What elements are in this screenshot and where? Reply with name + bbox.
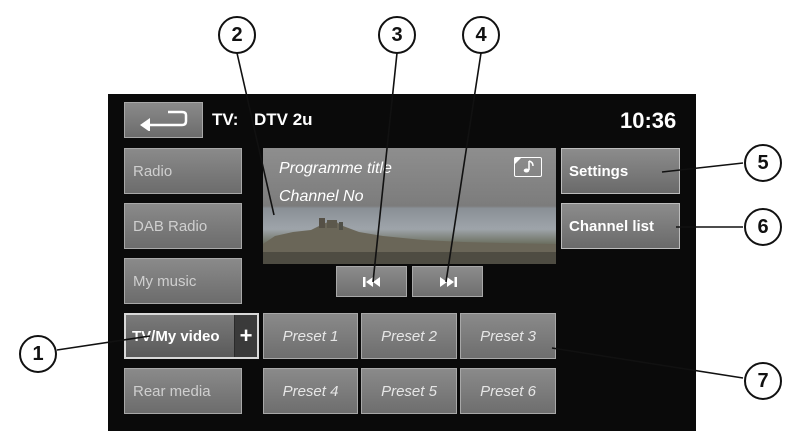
callout-6: 6 [744,208,782,246]
callout-7: 7 [744,362,782,400]
sidebar-item-dab-radio[interactable]: DAB Radio [124,203,242,249]
sidebar-item-label: My music [133,272,197,290]
back-arrow-icon [139,110,187,131]
next-button[interactable] [412,266,483,297]
sidebar-item-rear-media[interactable]: Rear media [124,368,242,414]
preset-6-button[interactable]: Preset 6 [460,368,556,414]
preset-label: Preset 5 [381,382,437,400]
preset-label: Preset 6 [480,382,536,400]
clock: 10:36 [620,108,677,133]
sidebar-item-label: TV/My video [132,327,220,345]
preset-label: Preset 3 [480,327,536,345]
preset-label: Preset 2 [381,327,437,345]
preset-4-button[interactable]: Preset 4 [263,368,358,414]
sidebar-item-label: Rear media [133,382,211,400]
callout-2: 2 [218,16,256,54]
source-label: TV: [212,110,239,129]
preset-label: Preset 4 [282,382,339,400]
previous-button[interactable] [336,266,407,297]
back-button[interactable] [124,102,203,138]
preset-2-button[interactable]: Preset 2 [361,313,457,359]
settings-label: Settings [569,162,629,180]
callout-1: 1 [19,335,57,373]
settings-button[interactable]: Settings [561,148,680,194]
skip-next-icon [439,276,457,287]
sidebar-item-radio[interactable]: Radio [124,148,242,194]
preset-3-button[interactable]: Preset 3 [460,313,556,359]
preset-label: Preset 1 [282,327,339,345]
preset-5-button[interactable]: Preset 5 [361,368,457,414]
callout-4: 4 [462,16,500,54]
sidebar-item-label: Radio [133,162,173,180]
channel-list-button[interactable]: Channel list [561,203,680,249]
channel-number: Channel No [279,188,364,205]
callout-5: 5 [744,144,782,182]
sidebar-item-label: DAB Radio [133,217,208,235]
sidebar-item-my-music[interactable]: My music [124,258,242,304]
preset-1-button[interactable]: Preset 1 [263,313,358,359]
channel-list-label: Channel list [569,217,655,235]
channel-name: DTV 2u [254,110,313,129]
programme-info-panel: Programme title Channel No [263,148,556,264]
callout-3: 3 [378,16,416,54]
programme-title: Programme title [279,160,392,177]
expand-plus-icon: + [234,315,257,357]
skip-previous-icon [362,276,380,287]
sidebar-item-tv-my-video[interactable]: TV/My video + [124,313,259,359]
music-note-icon [514,157,542,177]
